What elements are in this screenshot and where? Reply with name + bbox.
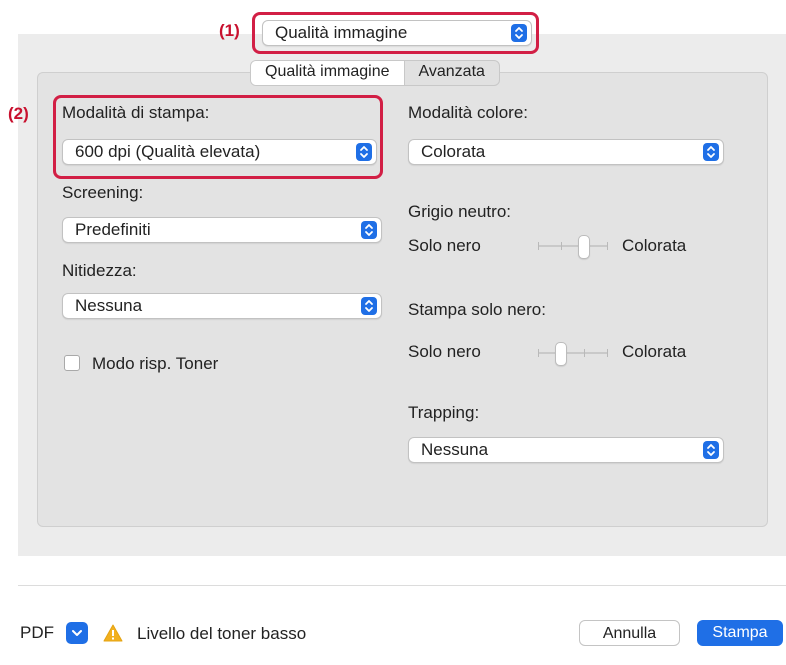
toner-save-checkbox[interactable] [64,355,80,371]
callout-2: (2) [8,104,29,123]
tab-image-quality[interactable]: Qualità immagine [251,61,405,85]
slider-tick [538,242,539,250]
print-mode-select[interactable]: 600 dpi (Qualità elevata) [62,139,377,165]
chevron-updown-icon [361,297,377,315]
section-popup[interactable]: Qualità immagine [262,20,532,46]
neutral-gray-min-label: Solo nero [408,236,481,255]
screening-value: Predefiniti [75,220,151,239]
slider-track [538,352,608,354]
callout-1: (1) [219,21,240,40]
slider-knob[interactable] [555,342,568,366]
trapping-value: Nessuna [421,440,489,459]
warning-icon [103,624,123,642]
chevron-updown-icon [703,143,719,161]
chevron-updown-icon [511,24,527,42]
chevron-down-icon [72,630,82,636]
trapping-label: Trapping: [408,403,480,422]
color-mode-value: Colorata [421,142,486,161]
tab-advanced[interactable]: Avanzata [405,61,499,85]
neutral-gray-max-label: Colorata [622,236,687,255]
toner-save-label: Modo risp. Toner [92,354,219,373]
pdf-menu-label: PDF [20,623,54,642]
tab-bar: Qualità immagine Avanzata [250,60,500,86]
chevron-updown-icon [703,441,719,459]
trapping-select[interactable]: Nessuna [408,437,724,463]
neutral-gray-label: Grigio neutro: [408,202,511,221]
section-popup-value: Qualità immagine [275,23,408,42]
pdf-menu-button[interactable] [66,622,88,644]
sharpness-select[interactable]: Nessuna [62,293,382,319]
print-mode-label: Modalità di stampa: [62,103,210,122]
slider-tick [561,242,562,250]
slider-tick [538,349,539,357]
print-mode-value: 600 dpi (Qualità elevata) [75,142,261,161]
color-mode-select[interactable]: Colorata [408,139,724,165]
neutral-gray-slider[interactable] [538,235,608,259]
slider-tick [607,242,608,250]
print-button[interactable]: Stampa [697,620,783,646]
toner-warning-text: Livello del toner basso [137,624,307,643]
slider-knob[interactable] [578,235,591,259]
sharpness-label: Nitidezza: [62,261,137,280]
screening-select[interactable]: Predefiniti [62,217,382,243]
black-only-max-label: Colorata [622,342,687,361]
black-only-slider[interactable] [538,342,608,366]
slider-track [538,245,608,247]
cancel-button[interactable]: Annulla [579,620,680,646]
chevron-updown-icon [361,221,377,239]
screening-label: Screening: [62,183,144,202]
sharpness-value: Nessuna [75,296,143,315]
black-only-label: Stampa solo nero: [408,300,546,319]
chevron-updown-icon [356,143,372,161]
slider-tick [607,349,608,357]
slider-tick [584,349,585,357]
black-only-min-label: Solo nero [408,342,481,361]
color-mode-label: Modalità colore: [408,103,529,122]
footer-divider [18,585,786,586]
